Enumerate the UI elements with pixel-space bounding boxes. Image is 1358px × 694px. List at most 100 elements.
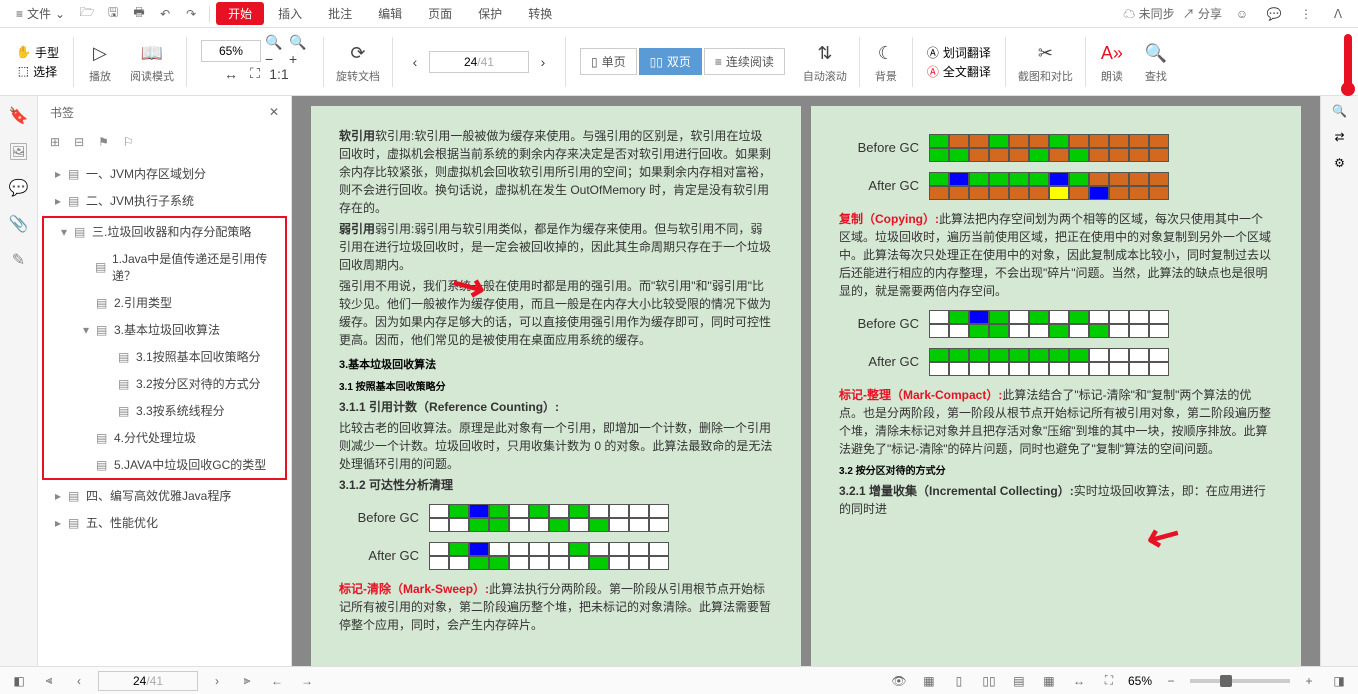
sync-status[interactable]: ☁ 未同步 [1123,5,1174,22]
collapse-ribbon-icon[interactable]: ᐱ [1326,2,1350,26]
undo-icon[interactable]: ↶ [153,2,177,26]
autoscroll-button[interactable]: ⇅自动滚动 [797,38,853,86]
share-button[interactable]: ↗ 分享 [1183,5,1222,22]
bookmark-item[interactable]: ▤3.1按照基本回收策略分 [44,343,285,370]
zoom-slider[interactable] [1190,679,1290,683]
convert-icon[interactable]: ⇄ [1334,130,1344,144]
word-translate-icon[interactable]: Ⓐ [927,44,939,61]
play-button[interactable]: ▷播放 [80,38,120,86]
view-mode-5-icon[interactable]: ▤ [1008,670,1030,692]
back-icon[interactable]: ← [266,670,288,692]
find-button[interactable]: 🔍查找 [1136,38,1176,86]
status-page-input[interactable]: 24/41 [98,671,198,691]
comment-panel-icon[interactable]: 💬 [7,176,31,200]
print-icon[interactable]: 🖶 [127,2,151,26]
fit-icon[interactable]: ↔ [1068,670,1090,692]
bookmark-outline-icon[interactable]: ⚐ [123,135,134,149]
bookmark-tree: ▸▤一、JVM内存区域划分 ▸▤二、JVM执行子系统 ▾▤三.垃圾回收器和内存分… [38,156,291,666]
bookmark-item[interactable]: ▤3.2按分区对待的方式分 [44,370,285,397]
more-icon[interactable]: ⋮ [1294,2,1318,26]
continuous-button[interactable]: ≡ 连续阅读 [704,48,785,75]
double-page-button[interactable]: ▯▯ 双页 [639,48,702,75]
bookmark-item[interactable]: ▤2.引用类型 [44,289,285,316]
tab-protect[interactable]: 保护 [466,2,514,25]
document-viewport[interactable]: 软引用软引用:软引用一般被做为缓存来使用。与强引用的区别是，软引用在垃圾回收时，… [292,96,1320,666]
delete-bookmark-icon[interactable]: ⊟ [74,135,84,149]
zoom-out-icon[interactable]: 🔍− [265,41,285,61]
zoom-in-icon[interactable]: 🔍+ [289,41,309,61]
view-mode-2-icon[interactable]: ▦ [918,670,940,692]
redo-icon[interactable]: ↷ [179,2,203,26]
screenshot-button[interactable]: ✂截图和对比 [1012,38,1079,86]
select-tool-icon[interactable]: ⬚ [18,64,29,78]
right-rail: 🔍 ⇄ ⚙ [1320,96,1358,666]
left-rail: 🔖 🖼 💬 📎 ✎ [0,96,38,666]
page-number-input[interactable]: 24/41 [429,51,529,73]
actual-size-icon[interactable]: 1:1 [269,64,289,84]
thumbnail-panel-icon[interactable]: 🖼 [7,140,31,164]
open-icon[interactable]: 🗁 [75,2,99,26]
fullscreen-icon[interactable]: ⛶ [1098,670,1120,692]
bookmark-sidebar: 书签 ✕ ⊞ ⊟ ⚑ ⚐ ▸▤一、JVM内存区域划分 ▸▤二、JVM执行子系统 … [38,96,292,666]
bookmark-flag-icon[interactable]: ⚑ [98,135,109,149]
attachment-panel-icon[interactable]: 📎 [7,212,31,236]
bookmark-item[interactable]: ▤4.分代处理垃圾 [44,424,285,451]
bookmark-item[interactable]: ▾▤三.垃圾回收器和内存分配策略 [44,218,285,245]
chat-icon[interactable]: 💬 [1262,2,1286,26]
tools-icon[interactable]: ⚙ [1334,156,1345,170]
save-icon[interactable]: 🖫 [101,2,125,26]
signature-panel-icon[interactable]: ✎ [7,248,31,272]
full-translate-icon[interactable]: Ⓐ [927,63,939,80]
tab-edit[interactable]: 编辑 [366,2,414,25]
menubar: ≡ 文件 ⌄ 🗁 🖫 🖶 ↶ ↷ 开始 插入 批注 编辑 页面 保护 转换 ☁ … [0,0,1358,28]
zoom-in-sb-icon[interactable]: + [1298,670,1320,692]
menu-file[interactable]: ≡ 文件 ⌄ [8,2,73,25]
smile-icon[interactable]: ☺ [1230,2,1254,26]
view-mode-4-icon[interactable]: ▯▯ [978,670,1000,692]
close-sidebar-icon[interactable]: ✕ [269,105,279,119]
forward-icon[interactable]: → [296,670,318,692]
bookmark-item[interactable]: ▸▤五、性能优化 [38,509,291,536]
statusbar: ◧ ⫷ ‹ 24/41 › ⫸ ← → 👁 ▦ ▯ ▯▯ ▤ ▦ ↔ ⛶ 65%… [0,666,1358,694]
search-icon[interactable]: 🔍 [1332,104,1347,118]
bookmark-item[interactable]: ▤5.JAVA中垃圾回收GC的类型 [44,451,285,478]
bookmark-panel-icon[interactable]: 🔖 [7,104,31,128]
read-aloud-button[interactable]: A»朗读 [1092,38,1132,86]
view-mode-1-icon[interactable]: 👁 [888,670,910,692]
rotate-button[interactable]: ⟳旋转文档 [330,38,386,86]
fit-width-icon[interactable]: ↔ [221,64,241,84]
bookmark-item[interactable]: ▸▤一、JVM内存区域划分 [38,160,291,187]
reader-mode-button[interactable]: 📖阅读模式 [124,38,180,86]
zoom-input[interactable] [201,40,261,62]
last-page-icon[interactable]: ⫸ [236,670,258,692]
prev-page-icon[interactable]: ‹ [405,52,425,72]
zoom-out-sb-icon[interactable]: − [1160,670,1182,692]
sidebar-title: 书签 [50,104,74,121]
next-page-icon[interactable]: › [533,52,553,72]
single-page-button[interactable]: ▯ 单页 [580,48,637,75]
first-page-icon[interactable]: ⫷ [38,670,60,692]
tab-page[interactable]: 页面 [416,2,464,25]
bookmark-item[interactable]: ▤3.3按系统线程分 [44,397,285,424]
pdf-page-right: Before GC After GC 复制（Copying）:此算法把内存空间划… [811,106,1301,666]
bookmark-item[interactable]: ▸▤二、JVM执行子系统 [38,187,291,214]
pdf-page-left: 软引用软引用:软引用一般被做为缓存来使用。与强引用的区别是，软引用在垃圾回收时，… [311,106,801,666]
fit-page-icon[interactable]: ⛶ [245,64,265,84]
background-button[interactable]: ☾背景 [866,38,906,86]
hand-tool-icon[interactable]: ✋ [16,45,31,59]
bookmark-item[interactable]: ▤1.Java中是值传递还是引用传递？ [44,245,285,289]
next-page-sb-icon[interactable]: › [206,670,228,692]
view-mode-3-icon[interactable]: ▯ [948,670,970,692]
add-bookmark-icon[interactable]: ⊞ [50,135,60,149]
tab-convert[interactable]: 转换 [516,2,564,25]
tab-start[interactable]: 开始 [216,2,264,25]
sidebar-toggle-icon[interactable]: ◧ [8,670,30,692]
tab-insert[interactable]: 插入 [266,2,314,25]
bookmark-item[interactable]: ▸▤四、编写高效优雅Java程序 [38,482,291,509]
prev-page-sb-icon[interactable]: ‹ [68,670,90,692]
right-panel-toggle-icon[interactable]: ◨ [1328,670,1350,692]
toolbar: ✋手型 ⬚选择 ▷播放 📖阅读模式 🔍− 🔍+ ↔ ⛶ 1:1 ⟳旋转文档 ‹ … [0,28,1358,96]
bookmark-item[interactable]: ▾▤3.基本垃圾回收算法 [44,316,285,343]
view-mode-6-icon[interactable]: ▦ [1038,670,1060,692]
tab-annotate[interactable]: 批注 [316,2,364,25]
